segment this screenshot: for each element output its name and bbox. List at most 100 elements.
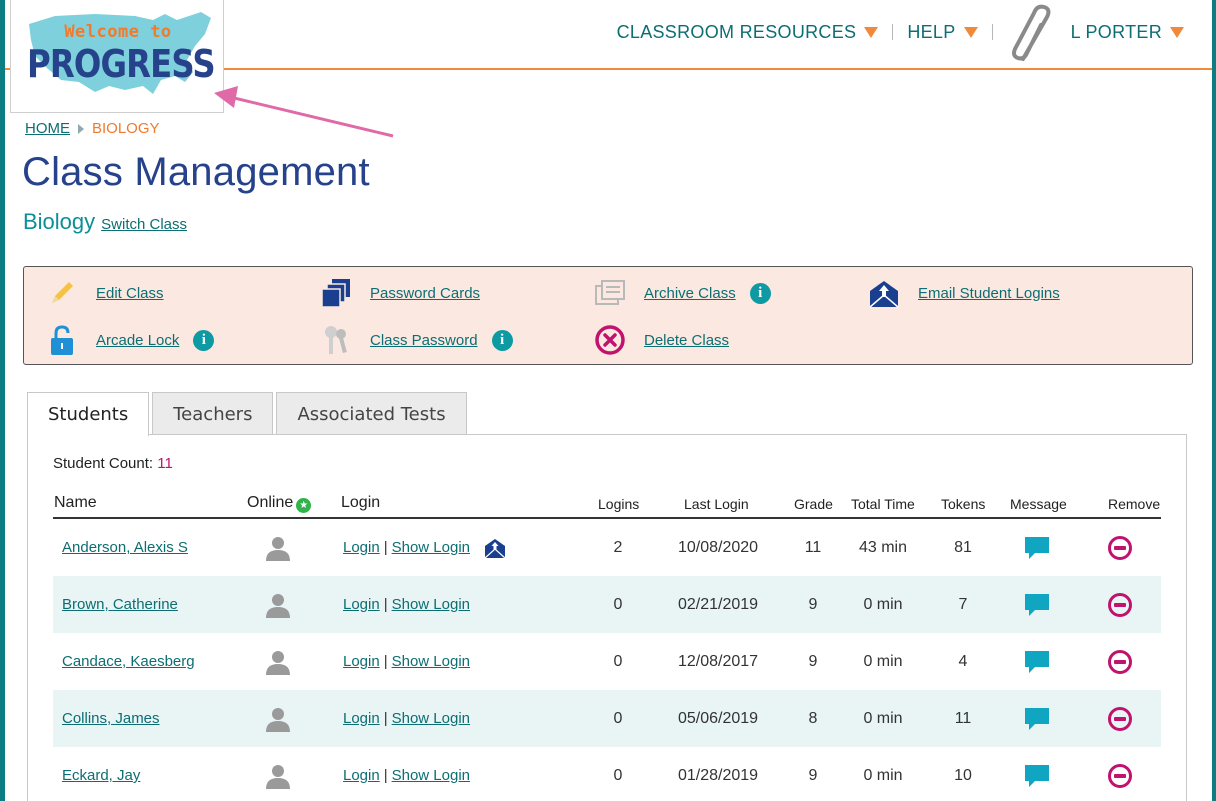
message-icon[interactable] [1023, 633, 1051, 690]
link-separator: | [383, 539, 388, 556]
column-header-logins[interactable]: Logins [598, 496, 639, 512]
student-name-link[interactable]: Collins, James [62, 710, 160, 727]
person-icon [265, 690, 291, 747]
student-name-link[interactable]: Eckard, Jay [62, 767, 140, 784]
archive-class-link[interactable]: Archive Class [644, 285, 736, 302]
message-icon[interactable] [1023, 519, 1051, 576]
switch-class-link[interactable]: Switch Class [101, 216, 187, 233]
nav-classroom-resources-label: CLASSROOM RESOURCES [616, 21, 857, 42]
nav-classroom-resources[interactable]: CLASSROOM RESOURCES [617, 22, 879, 43]
archive-icon [594, 277, 626, 309]
email-student-logins-action: Email Student Logins [868, 277, 1060, 309]
archive-class-info-icon[interactable]: i [749, 282, 771, 304]
email-upload-icon [868, 277, 900, 309]
last-login-date: 01/28/2019 [677, 766, 759, 784]
message-icon[interactable] [1023, 576, 1051, 633]
email-login-icon[interactable] [484, 537, 506, 559]
logins-count: 0 [613, 766, 623, 784]
logo-progress-text: PROGRESS [27, 42, 216, 86]
delete-x-icon [594, 324, 626, 356]
grade-value: 8 [808, 709, 818, 727]
show-login-link[interactable]: Show Login [392, 539, 470, 556]
last-login-date: 12/08/2017 [677, 652, 759, 670]
password-cards-action: Password Cards [320, 277, 480, 309]
delete-class-link[interactable]: Delete Class [644, 332, 729, 349]
online-star-icon: ★ [296, 498, 312, 513]
nav-separator [991, 24, 993, 40]
dropdown-triangle-icon [963, 26, 978, 38]
class-password-action: Class Password i [320, 324, 513, 356]
edit-class-link[interactable]: Edit Class [96, 285, 164, 302]
breadcrumb-home-link[interactable]: HOME [25, 120, 70, 137]
password-cards-link[interactable]: Password Cards [370, 285, 480, 302]
breadcrumb: HOME BIOLOGY [25, 120, 160, 137]
remove-icon[interactable] [1107, 519, 1133, 576]
column-header-grade[interactable]: Grade [794, 496, 833, 512]
nav-user-menu[interactable]: L PORTER [1071, 22, 1184, 43]
column-header-login: Login [341, 494, 381, 511]
nav-help[interactable]: HELP [907, 21, 978, 43]
table-row: Collins, James Login | Show Login 0 05/06/201… [53, 690, 1161, 747]
student-name-link[interactable]: Brown, Catherine [62, 596, 178, 613]
person-icon [265, 633, 291, 690]
column-header-name[interactable]: Name [54, 494, 97, 512]
last-login-date: 02/21/2019 [677, 595, 759, 613]
grade-value: 11 [804, 538, 822, 556]
show-login-link[interactable]: Show Login [392, 653, 470, 670]
arcade-lock-link[interactable]: Arcade Lock [96, 332, 179, 349]
column-header-tokens[interactable]: Tokens [941, 496, 985, 512]
student-name-link[interactable]: Anderson, Alexis S [62, 539, 188, 556]
table-row: Anderson, Alexis S Login | Show Login 2 10/08… [53, 519, 1161, 576]
tab-bar: Students Teachers Associated Tests [27, 392, 470, 436]
logins-count: 2 [613, 538, 623, 556]
breadcrumb-current: BIOLOGY [92, 120, 160, 137]
student-count-label: Student Count: [53, 455, 154, 472]
logo-welcome-text: Welcome to [64, 22, 172, 42]
show-login-link[interactable]: Show Login [392, 596, 470, 613]
students-table-header: Name Online ★ Login Logins Last Login Gra… [53, 494, 1161, 519]
column-header-message: Message [1010, 496, 1067, 512]
column-header-last-login[interactable]: Last Login [684, 496, 749, 512]
edit-class-action: Edit Class [46, 277, 164, 309]
tokens-value: 11 [954, 709, 972, 727]
logins-count: 0 [613, 652, 623, 670]
message-icon[interactable] [1023, 690, 1051, 747]
unlock-icon [46, 324, 78, 356]
show-login-link[interactable]: Show Login [392, 710, 470, 727]
last-login-date: 10/08/2020 [677, 538, 759, 556]
site-logo[interactable]: Welcome to PROGRESS [10, 0, 224, 113]
grade-value: 9 [808, 766, 818, 784]
login-link[interactable]: Login [343, 539, 380, 556]
login-link[interactable]: Login [343, 710, 380, 727]
page-title: Class Management [22, 150, 370, 194]
table-row: Brown, Catherine Login | Show Login 0 02/21/2… [53, 576, 1161, 633]
login-link[interactable]: Login [343, 767, 380, 784]
email-student-logins-link[interactable]: Email Student Logins [918, 285, 1060, 302]
column-header-remove: Remove [1108, 496, 1161, 512]
grade-value: 9 [808, 595, 818, 613]
student-count: Student Count: 11 [53, 455, 173, 472]
login-link[interactable]: Login [343, 653, 380, 670]
nav-help-label: HELP [907, 21, 956, 42]
tab-students[interactable]: Students [27, 392, 150, 436]
tab-teachers[interactable]: Teachers [152, 392, 274, 435]
person-icon [265, 747, 291, 801]
message-icon[interactable] [1023, 747, 1051, 801]
total-time-value: 0 min [863, 766, 903, 784]
archive-class-action: Archive Class i [594, 277, 771, 309]
pencil-icon [46, 277, 78, 309]
class-password-info-icon[interactable]: i [491, 329, 513, 351]
remove-icon[interactable] [1107, 690, 1133, 747]
remove-icon[interactable] [1107, 576, 1133, 633]
show-login-link[interactable]: Show Login [392, 767, 470, 784]
student-name-link[interactable]: Candace, Kaesberg [62, 653, 195, 670]
arcade-lock-action: Arcade Lock i [46, 324, 215, 356]
login-link[interactable]: Login [343, 596, 380, 613]
remove-icon[interactable] [1107, 747, 1133, 801]
column-header-total-time[interactable]: Total Time [851, 496, 915, 512]
column-header-online[interactable]: Online ★ [247, 494, 312, 513]
remove-icon[interactable] [1107, 633, 1133, 690]
arcade-lock-info-icon[interactable]: i [193, 329, 215, 351]
class-password-link[interactable]: Class Password [370, 332, 478, 349]
tab-associated-tests[interactable]: Associated Tests [276, 392, 467, 435]
